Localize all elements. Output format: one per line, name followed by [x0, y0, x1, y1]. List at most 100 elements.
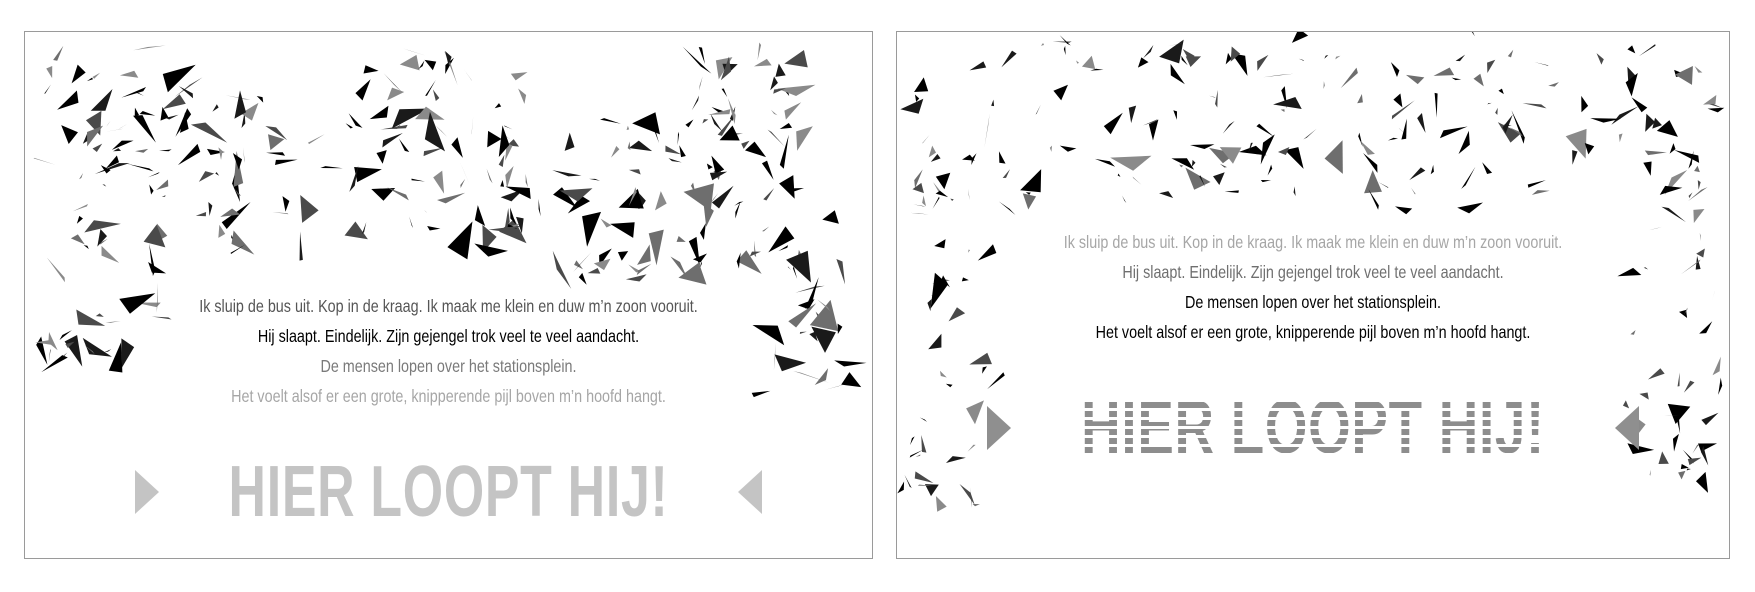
glass-shard — [552, 250, 572, 289]
glass-shard — [682, 46, 712, 74]
story-line-4: Het voelt alsof er een grote, knipperend… — [1095, 322, 1531, 342]
glass-shard — [403, 48, 427, 56]
glass-shard — [1020, 169, 1042, 193]
glass-shard — [775, 63, 786, 77]
glass-shard — [1390, 62, 1400, 78]
glass-shard — [677, 131, 680, 146]
glass-shard — [518, 88, 527, 104]
glass-shard — [1224, 190, 1239, 193]
glass-shard — [1035, 104, 1041, 115]
story-line-3: De mensen lopen over het stationsplein. — [1184, 292, 1442, 312]
glass-shard — [161, 195, 166, 197]
glass-shard — [611, 145, 620, 158]
glass-shard — [702, 119, 709, 124]
glass-shard — [998, 201, 1016, 216]
glass-shard — [92, 143, 103, 152]
glass-shard — [969, 61, 987, 71]
glass-shard — [969, 352, 992, 365]
glass-shard — [552, 170, 582, 177]
glass-shard — [1473, 73, 1484, 87]
glass-shard — [1001, 50, 1017, 68]
glass-shard — [1002, 169, 1011, 178]
glass-shard — [910, 212, 929, 215]
glass-shard — [1695, 471, 1709, 493]
glass-shard — [1159, 39, 1184, 64]
glass-shard — [320, 166, 343, 169]
glass-shard — [935, 496, 947, 512]
glass-shard — [139, 110, 156, 116]
glass-shard — [418, 60, 425, 70]
glass-shard — [982, 366, 987, 374]
glass-shard — [1659, 185, 1683, 195]
glass-shard — [1360, 140, 1375, 155]
glass-shard — [735, 201, 741, 219]
glass-shard — [363, 65, 379, 74]
glass-shard — [1059, 35, 1071, 46]
glass-shard — [1185, 56, 1202, 67]
glass-shard — [195, 212, 207, 217]
glass-shard — [504, 125, 513, 130]
glass-shard — [266, 152, 286, 156]
glass-shard — [922, 134, 930, 144]
right-panel: Ik sluip de bus uit. Kop in de kraag. Ik… — [896, 31, 1730, 559]
glass-shard — [1638, 44, 1656, 57]
glass-shard — [275, 159, 298, 165]
glass-shard — [1357, 93, 1363, 104]
glass-shard — [464, 69, 472, 81]
glass-shard — [399, 54, 420, 71]
glass-shard — [1179, 164, 1184, 168]
glass-shard — [1401, 118, 1407, 140]
glass-shard — [930, 154, 941, 162]
glass-shard — [796, 126, 813, 151]
glass-shard — [1063, 45, 1066, 56]
glass-shard — [1128, 105, 1137, 124]
glass-shard — [711, 155, 725, 174]
story-line-2: Hij slaapt. Eindelijk. Zijn gejengel tro… — [1122, 262, 1504, 282]
glass-shard — [409, 216, 414, 228]
glass-shard — [786, 250, 811, 283]
arrow-right-icon — [986, 405, 1011, 450]
glass-shard — [665, 145, 682, 155]
glass-shard — [1707, 107, 1725, 113]
glass-shard — [836, 259, 846, 285]
glass-shard — [1451, 77, 1462, 81]
glass-shard — [471, 116, 474, 135]
glass-shard — [104, 128, 124, 132]
glass-shard — [102, 184, 107, 187]
glass-shard — [1693, 209, 1705, 223]
headline-text: HIER LOOPT HIJ! — [1081, 385, 1545, 470]
glass-shard — [1340, 67, 1358, 89]
glass-shard — [1458, 130, 1470, 155]
glass-shard — [1534, 62, 1549, 66]
glass-shard — [1434, 92, 1438, 118]
glass-shard — [538, 198, 541, 217]
glass-shard — [282, 196, 290, 212]
glass-shard — [1280, 109, 1285, 112]
glass-shard — [82, 132, 88, 144]
glass-shard — [928, 145, 937, 158]
glass-shard — [175, 108, 192, 137]
glass-shard — [71, 64, 86, 84]
glass-shard — [771, 109, 778, 116]
glass-shard — [212, 104, 219, 112]
glass-shard — [1364, 170, 1382, 194]
story-line-1: Ik sluip de bus uit. Kop in de kraag. Ik… — [1063, 232, 1563, 252]
glass-shard — [268, 134, 285, 151]
glass-shard — [617, 251, 629, 261]
glass-shard — [1094, 158, 1116, 167]
glass-shard — [1644, 150, 1667, 156]
glass-shard — [1260, 134, 1275, 165]
glass-shard — [1697, 180, 1701, 190]
glass-shard — [935, 172, 951, 190]
glass-shard — [135, 148, 149, 153]
glass-shard — [218, 147, 223, 160]
glass-shard — [1439, 126, 1468, 139]
glass-shard — [589, 178, 601, 181]
glass-shard — [1081, 55, 1096, 70]
story-text: Ik sluip de bus uit. Kop in de kraag. Ik… — [25, 291, 872, 411]
glass-shard — [685, 119, 694, 128]
glass-shard — [1049, 145, 1053, 152]
arrow-right-icon — [134, 470, 159, 514]
headline: HIER LOOPT HIJ! — [897, 384, 1729, 471]
glass-shard — [678, 262, 707, 285]
